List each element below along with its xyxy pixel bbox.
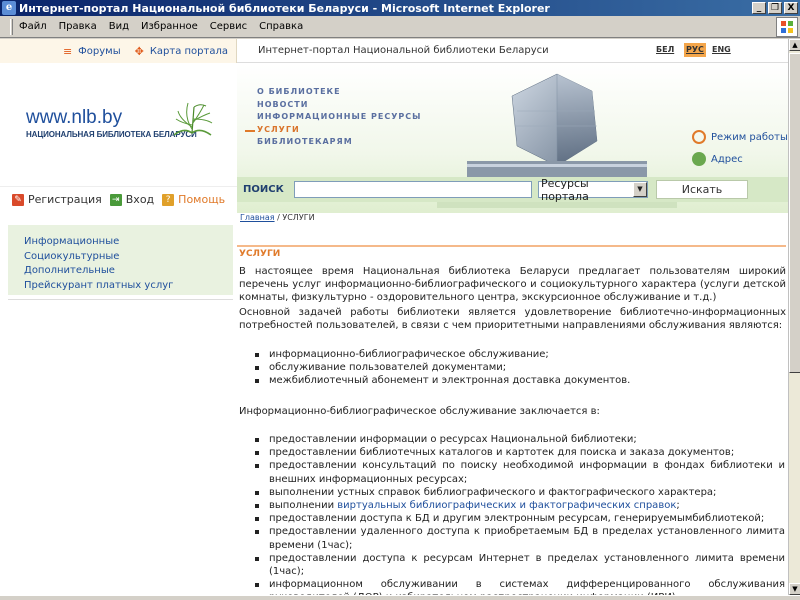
search-scope-value: Ресурсы портала bbox=[541, 176, 589, 203]
forums-label: Форумы bbox=[78, 45, 121, 57]
section-divider bbox=[237, 245, 786, 259]
help-link[interactable]: ? Помощь bbox=[162, 193, 225, 206]
status-bar bbox=[0, 595, 800, 600]
list-item-suffix: ; bbox=[676, 500, 680, 512]
menu-edit[interactable]: Правка bbox=[59, 21, 97, 32]
library-book-logo bbox=[173, 102, 213, 136]
menu-tools[interactable]: Сервис bbox=[210, 21, 247, 32]
sitemap-icon: ✥ bbox=[134, 44, 144, 58]
register-link[interactable]: ✎ Регистрация bbox=[12, 193, 102, 206]
list-item: предоставлении информации о ресурсах Нац… bbox=[255, 433, 785, 446]
address-link[interactable]: Адрес bbox=[692, 152, 788, 166]
search-label: ПОИСК bbox=[243, 184, 284, 195]
opening-hours-link[interactable]: Режим работы bbox=[692, 130, 788, 144]
toolbar-grip[interactable] bbox=[10, 18, 13, 35]
list-icon: ≡ bbox=[62, 44, 73, 58]
list-item: обслуживание пользователей документами; bbox=[255, 361, 785, 374]
left-sidebar: Информационные Социокультурные Дополните… bbox=[0, 213, 237, 595]
sidebar-item-sociocultural[interactable]: Социокультурные bbox=[24, 250, 233, 265]
lang-bel[interactable]: БЕЛ bbox=[656, 45, 674, 54]
user-bar: ✎ Регистрация ⇥ Вход ? Помощь bbox=[0, 186, 237, 212]
opening-hours-label: Режим работы bbox=[711, 131, 788, 143]
list-item: предоставлении библиотечных каталогов и … bbox=[255, 446, 785, 459]
scroll-down-arrow-icon[interactable]: ▼ bbox=[789, 583, 800, 595]
house-icon bbox=[692, 152, 706, 166]
sitemap-label: Карта портала bbox=[149, 45, 228, 57]
services-submenu: Информационные Социокультурные Дополните… bbox=[8, 225, 233, 295]
nav-resources[interactable]: ИНФОРМАЦИОННЫЕ РЕСУРСЫ bbox=[257, 111, 421, 124]
sidebar-item-additional[interactable]: Дополнительные bbox=[24, 264, 233, 279]
priorities-list: информационно-библиографическое обслужив… bbox=[255, 348, 785, 388]
site-url[interactable]: www.nlb.by bbox=[26, 107, 122, 129]
window-title: Интернет-портал Национальной библиотеки … bbox=[19, 1, 550, 15]
nav-librarians[interactable]: БИБЛИОТЕКАРЯМ bbox=[257, 136, 421, 149]
sidebar-divider bbox=[8, 299, 233, 300]
list-item: межбиблиотечный абонемент и электронная … bbox=[255, 374, 785, 387]
window-titlebar: e Интернет-портал Национальной библиотек… bbox=[0, 0, 800, 16]
sidebar-item-informational[interactable]: Информационные bbox=[24, 235, 233, 250]
search-button[interactable]: Искать bbox=[656, 180, 748, 199]
login-label: Вход bbox=[125, 193, 155, 206]
search-input[interactable] bbox=[294, 181, 532, 198]
info-service-intro: Информационно-библиографическое обслужив… bbox=[239, 406, 600, 417]
main-nav: О БИБЛИОТЕКЕ НОВОСТИ ИНФОРМАЦИОННЫЕ РЕСУ… bbox=[244, 86, 421, 149]
menubar: Файл Правка Вид Избранное Сервис Справка bbox=[0, 16, 800, 38]
scroll-up-arrow-icon[interactable]: ▲ bbox=[789, 39, 800, 51]
intro-paragraph-2: Основной задачей работы библиотеки являе… bbox=[239, 307, 786, 332]
minimize-button[interactable]: _ bbox=[752, 2, 766, 14]
close-button[interactable]: X bbox=[784, 2, 798, 14]
top-strip: ≡ Форумы ✥ Карта портала Интернет-портал… bbox=[0, 39, 788, 63]
breadcrumb: Главная / УСЛУГИ bbox=[240, 213, 315, 222]
windows-flag-icon bbox=[781, 21, 793, 33]
section-title: УСЛУГИ bbox=[239, 249, 281, 259]
virtual-reference-link[interactable]: виртуальных библиографических и фактогра… bbox=[337, 500, 676, 511]
login-icon: ⇥ bbox=[109, 193, 122, 206]
breadcrumb-current: УСЛУГИ bbox=[282, 213, 315, 222]
page-viewport: ≡ Форумы ✥ Карта портала Интернет-портал… bbox=[0, 39, 788, 595]
list-item: выполнении виртуальных библиографических… bbox=[255, 499, 785, 512]
question-icon: ? bbox=[162, 193, 175, 206]
nav-about[interactable]: О БИБЛИОТЕКЕ bbox=[257, 86, 421, 99]
list-item: предоставлении удаленного доступа к прио… bbox=[255, 525, 785, 551]
info-service-list: предоставлении информации о ресурсах Нац… bbox=[255, 433, 785, 595]
lang-rus[interactable]: РУС bbox=[684, 43, 706, 57]
windows-logo bbox=[776, 17, 798, 37]
register-label: Регистрация bbox=[28, 193, 102, 206]
list-item-prefix: выполнении bbox=[269, 500, 338, 512]
clock-icon bbox=[692, 130, 706, 144]
list-item: предоставлении доступа к ресурсам Интерн… bbox=[255, 552, 785, 578]
vertical-scrollbar[interactable]: ▲ ▼ bbox=[788, 39, 800, 595]
maximize-button[interactable]: ❐ bbox=[768, 2, 782, 14]
main-content: Главная / УСЛУГИ УСЛУГИ В настоящее врем… bbox=[237, 213, 788, 595]
side-links: Режим работы Адрес bbox=[692, 130, 788, 174]
portal-title: Интернет-портал Национальной библиотеки … bbox=[258, 45, 549, 56]
breadcrumb-home[interactable]: Главная bbox=[240, 213, 275, 222]
intro-paragraph: В настоящее время Национальная библиотек… bbox=[239, 266, 786, 304]
list-item: информационном обслуживании в системах д… bbox=[255, 578, 785, 595]
menu-help[interactable]: Справка bbox=[259, 21, 303, 32]
menu-favorites[interactable]: Избранное bbox=[141, 21, 198, 32]
pencil-icon: ✎ bbox=[12, 193, 24, 206]
forums-link[interactable]: ≡ Форумы bbox=[63, 45, 121, 58]
search-scope-select[interactable]: Ресурсы портала ▼ bbox=[538, 177, 648, 203]
menu-file[interactable]: Файл bbox=[19, 21, 47, 32]
search-bar: ПОИСК Ресурсы портала ▼ Искать bbox=[237, 177, 788, 203]
sitemap-link[interactable]: ✥ Карта портала bbox=[135, 45, 228, 58]
list-item: предоставлении доступа к БД и другим эле… bbox=[255, 512, 785, 525]
list-item: предоставлении консультаций по поиску не… bbox=[255, 459, 785, 485]
nav-news[interactable]: НОВОСТИ bbox=[257, 99, 421, 112]
header-logo-area: www.nlb.by НАЦИОНАЛЬНАЯ БИБЛИОТЕКА БЕЛАР… bbox=[0, 64, 237, 202]
chevron-down-icon[interactable]: ▼ bbox=[633, 182, 647, 197]
list-item: информационно-библиографическое обслужив… bbox=[255, 348, 785, 361]
address-label: Адрес bbox=[711, 153, 743, 165]
nav-services[interactable]: УСЛУГИ bbox=[244, 124, 421, 137]
help-label: Помощь bbox=[178, 193, 226, 206]
scroll-thumb[interactable] bbox=[789, 53, 800, 373]
menu-view[interactable]: Вид bbox=[109, 21, 129, 32]
list-item: выполнении устных справок библиографичес… bbox=[255, 486, 785, 499]
sidebar-item-pricelist[interactable]: Прейскурант платных услуг bbox=[24, 279, 233, 294]
ie-icon: e bbox=[2, 1, 16, 15]
login-link[interactable]: ⇥ Вход bbox=[109, 193, 155, 206]
lang-eng[interactable]: ENG bbox=[712, 45, 731, 54]
